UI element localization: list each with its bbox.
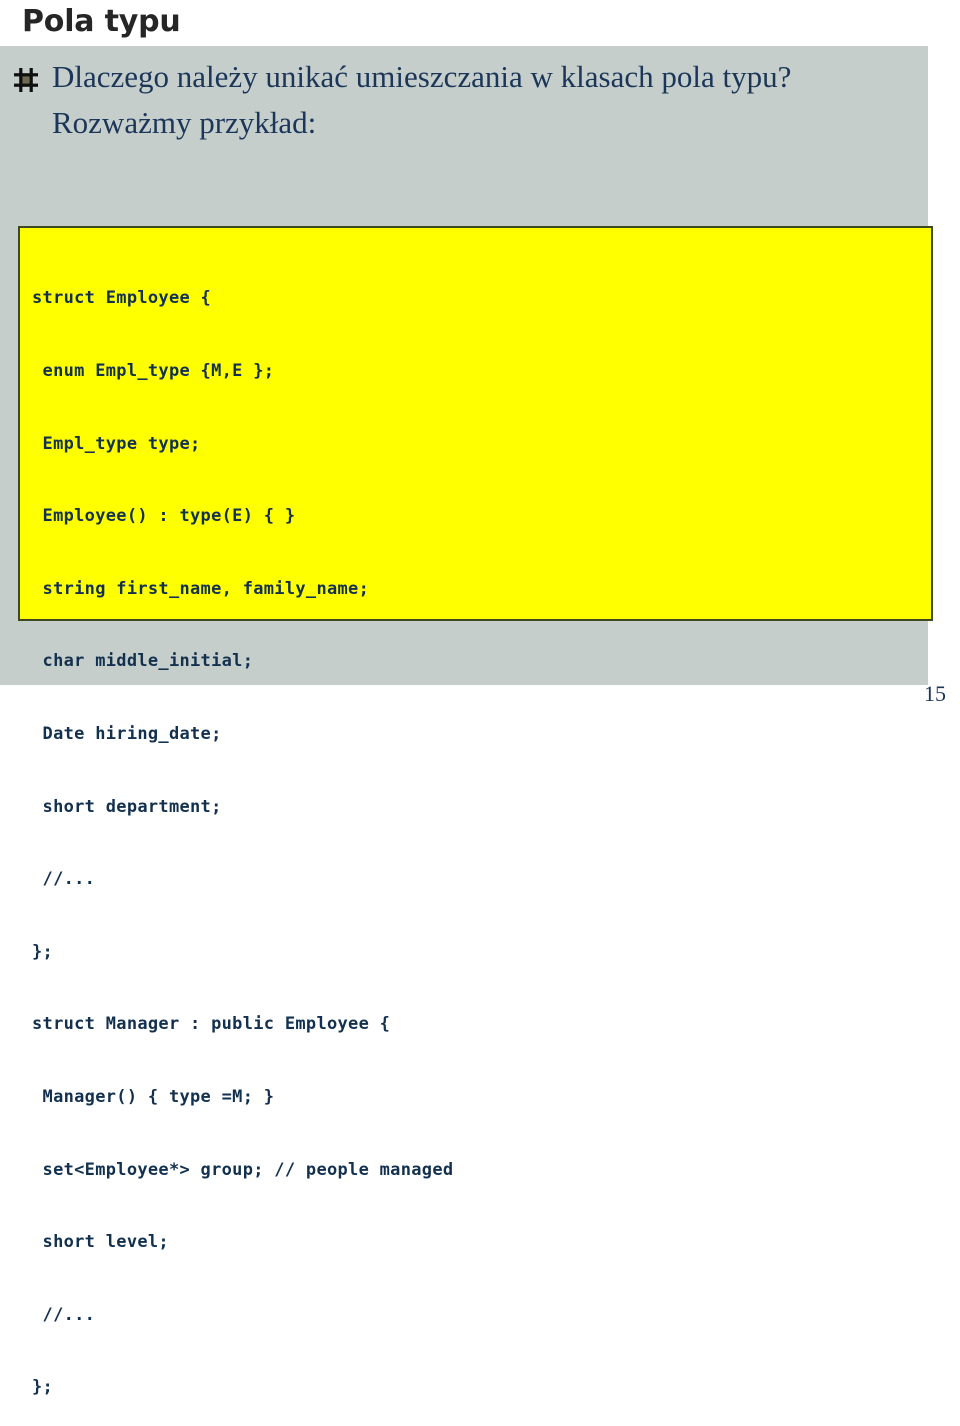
bullet-item: Dlaczego należy unikać umieszczania w kl… bbox=[14, 54, 918, 146]
code-line: short department; bbox=[32, 796, 222, 817]
code-line: Employee() : type(E) { } bbox=[32, 506, 296, 527]
code-line: struct Manager : public Employee { bbox=[32, 1014, 391, 1035]
code-line: short level; bbox=[32, 1232, 169, 1253]
code-line: //... bbox=[32, 869, 96, 890]
code-line: char middle_initial; bbox=[32, 651, 254, 672]
page-number: 15 bbox=[924, 681, 946, 706]
code-line: set<Employee*> group; // people managed bbox=[32, 1159, 454, 1180]
code-example-box: struct Employee { enum Empl_type {M,E };… bbox=[18, 226, 933, 1397]
code-line: enum Empl_type {M,E }; bbox=[32, 361, 275, 381]
bullet-text: Dlaczego należy unikać umieszczania w kl… bbox=[52, 59, 792, 140]
presentation-slide: Pola typu Dlaczego należy unikać umieszc… bbox=[0, 0, 960, 1397]
code-lines: struct Employee { enum Empl_type {M,E };… bbox=[32, 238, 931, 1426]
code-line: Manager() { type =M; } bbox=[32, 1086, 275, 1107]
code-line: Date hiring_date; bbox=[32, 723, 222, 744]
page-title: Pola typu bbox=[22, 4, 181, 39]
code-line: //... bbox=[32, 1304, 96, 1325]
code-line: struct Employee { bbox=[32, 288, 212, 309]
code-line: string first_name, family_name; bbox=[32, 578, 370, 599]
code-line: Empl_type type; bbox=[32, 433, 201, 454]
content-panel: Dlaczego należy unikać umieszczania w kl… bbox=[0, 46, 933, 1397]
code-line: }; bbox=[32, 1377, 54, 1398]
code-line: }; bbox=[32, 941, 54, 962]
hash-square-bullet-icon bbox=[14, 68, 38, 92]
